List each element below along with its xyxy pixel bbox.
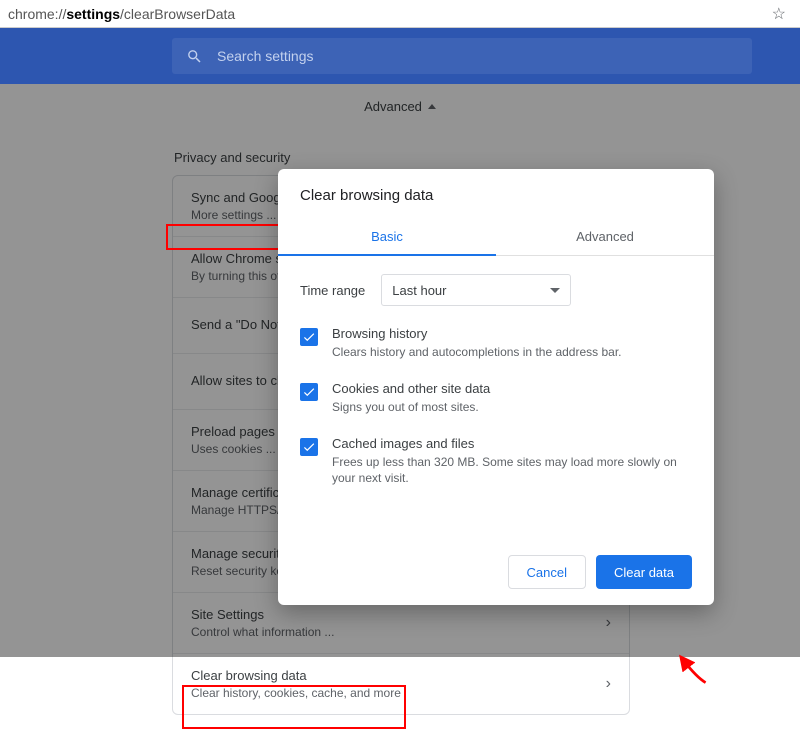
time-range-label: Time range [300, 283, 365, 298]
option-browsing-history[interactable]: Browsing historyClears history and autoc… [300, 326, 692, 361]
header-bar: Search settings [0, 28, 800, 84]
search-icon [186, 48, 203, 65]
tab-advanced[interactable]: Advanced [496, 218, 714, 255]
clear-data-button[interactable]: Clear data [596, 555, 692, 589]
annotation-arrow [675, 652, 711, 693]
option-cache[interactable]: Cached images and filesFrees up less tha… [300, 436, 692, 488]
dialog-title: Clear browsing data [278, 169, 714, 218]
row-clear-browsing-data[interactable]: Clear browsing dataClear history, cookie… [173, 654, 629, 714]
time-range-select[interactable]: Last hour [381, 274, 571, 306]
caret-down-icon [550, 288, 560, 293]
url-bar: chrome://settings/clearBrowserData ☆ [0, 0, 800, 28]
search-placeholder: Search settings [217, 48, 314, 64]
checkbox-checked[interactable] [300, 328, 318, 346]
cancel-button[interactable]: Cancel [508, 555, 586, 589]
clear-data-dialog: Clear browsing data Basic Advanced Time … [278, 169, 714, 605]
checkbox-checked[interactable] [300, 438, 318, 456]
dialog-tabs: Basic Advanced [278, 218, 714, 256]
bookmark-star-icon[interactable]: ☆ [766, 4, 792, 24]
chevron-right-icon: › [606, 675, 611, 693]
checkbox-checked[interactable] [300, 383, 318, 401]
option-cookies[interactable]: Cookies and other site dataSigns you out… [300, 381, 692, 416]
tab-basic[interactable]: Basic [278, 218, 496, 255]
url-text[interactable]: chrome://settings/clearBrowserData [8, 6, 766, 22]
search-settings-input[interactable]: Search settings [172, 38, 752, 74]
